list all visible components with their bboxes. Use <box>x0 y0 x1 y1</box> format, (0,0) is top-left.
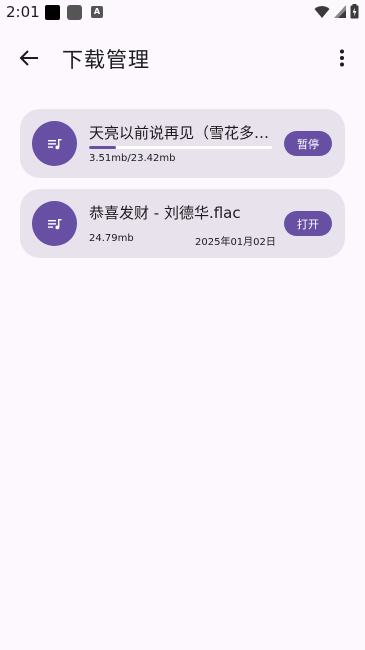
more-vert-icon <box>340 49 344 67</box>
file-size: 24.79mb <box>89 233 134 244</box>
download-date: 2025年01月02日 <box>195 237 276 248</box>
page-title: 下载管理 <box>62 48 150 72</box>
pause-button[interactable]: 暂停 <box>284 131 332 156</box>
app-bar: 下载管理 <box>0 30 365 86</box>
status-bar: 2:01 A <box>0 0 365 26</box>
music-list-icon <box>47 138 61 149</box>
download-progress-bar <box>89 146 272 149</box>
download-progress-fill <box>89 146 117 149</box>
wifi-icon <box>314 5 330 18</box>
download-item[interactable]: 恭喜发财 - 刘德华.flac 24.79mb 2025年01月02日 打开 <box>20 189 345 258</box>
music-list-icon <box>47 218 61 229</box>
file-size: 3.51mb/23.42mb <box>89 153 176 164</box>
notification-icon <box>45 5 60 20</box>
download-item[interactable]: 天亮以前说再见（雪花多舍... 3.51mb/23.42mb 暂停 <box>20 109 345 178</box>
status-time: 2:01 <box>6 3 40 21</box>
signal-icon <box>334 5 346 18</box>
more-options-button[interactable] <box>329 43 355 73</box>
back-button[interactable] <box>14 43 44 73</box>
file-name: 恭喜发财 - 刘德华.flac <box>89 204 241 222</box>
file-avatar <box>32 201 77 246</box>
arrow-back-icon <box>19 50 38 66</box>
battery-charging-icon <box>350 4 359 19</box>
download-manager-screen: 2:01 A 下载管理 天亮以前说再见（雪花多舍... 3.51mb/23.42… <box>0 0 365 650</box>
status-indicators <box>314 4 359 19</box>
open-button[interactable]: 打开 <box>284 211 332 236</box>
app-notification-icon <box>67 5 82 20</box>
file-avatar <box>32 121 77 166</box>
a-notification-icon: A <box>91 6 103 18</box>
file-name: 天亮以前说再见（雪花多舍... <box>89 124 274 142</box>
